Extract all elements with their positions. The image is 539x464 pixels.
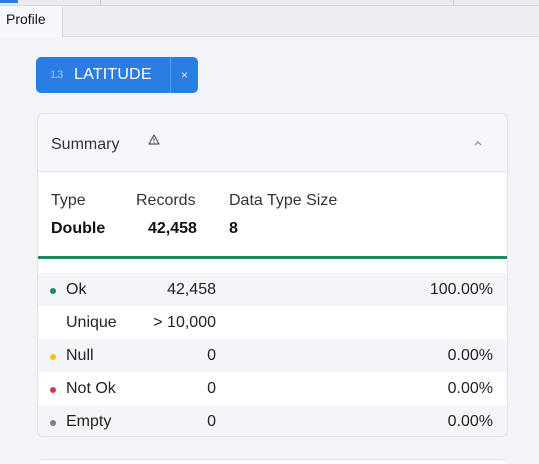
row-percent: 100.00% (429, 281, 493, 298)
close-icon[interactable]: × (170, 57, 198, 93)
summary-row-ok: Ok 42,458 100.00% (38, 273, 507, 306)
summary-card: Summary Type Records Data Type Size Doub… (37, 113, 508, 437)
type-value: Double (51, 220, 106, 237)
field-chip-latitude[interactable]: 1.3 LATITUDE × (36, 57, 198, 93)
row-count: > 10,000 (153, 314, 216, 331)
ok-dot-icon (50, 288, 56, 294)
empty-dot-icon (50, 420, 56, 426)
row-label: Unique (66, 314, 117, 331)
row-label: Not Ok (66, 380, 116, 397)
row-percent: 0.00% (447, 413, 493, 430)
chevron-up-icon[interactable] (473, 136, 483, 150)
data-type-size-header: Data Type Size (229, 192, 338, 209)
summary-row-null: Null 0 0.00% (38, 339, 507, 372)
not-ok-dot-icon (50, 387, 56, 393)
warning-triangle-icon[interactable] (148, 134, 160, 148)
row-label: Ok (66, 281, 87, 298)
active-indicator (0, 0, 18, 3)
summary-header[interactable]: Summary (38, 114, 507, 172)
records-value: 42,458 (148, 220, 197, 237)
summary-row-unique: Unique > 10,000 (38, 306, 507, 339)
ok-status-bar (38, 256, 507, 259)
row-count: 0 (207, 347, 216, 364)
row-label: Null (66, 347, 94, 364)
next-card-edge (37, 459, 508, 464)
row-count: 0 (207, 413, 216, 430)
field-chip-label: LATITUDE (74, 66, 152, 83)
summary-row-empty: Empty 0 0.00% (38, 405, 507, 436)
null-dot-icon (50, 354, 56, 360)
decimal-type-icon: 1.3 (50, 69, 63, 81)
row-count: 0 (207, 380, 216, 397)
row-count: 42,458 (167, 281, 216, 298)
summary-title: Summary (51, 136, 120, 153)
tab-profile[interactable]: Profile (0, 6, 63, 37)
type-header: Type (51, 192, 86, 209)
summary-row-not-ok: Not Ok 0 0.00% (38, 372, 507, 405)
row-percent: 0.00% (447, 380, 493, 397)
data-type-size-value: 8 (229, 220, 238, 237)
row-label: Empty (66, 413, 112, 430)
row-percent: 0.00% (447, 347, 493, 364)
panel-tab-bar: Profile (0, 6, 539, 37)
records-header: Records (136, 192, 196, 209)
